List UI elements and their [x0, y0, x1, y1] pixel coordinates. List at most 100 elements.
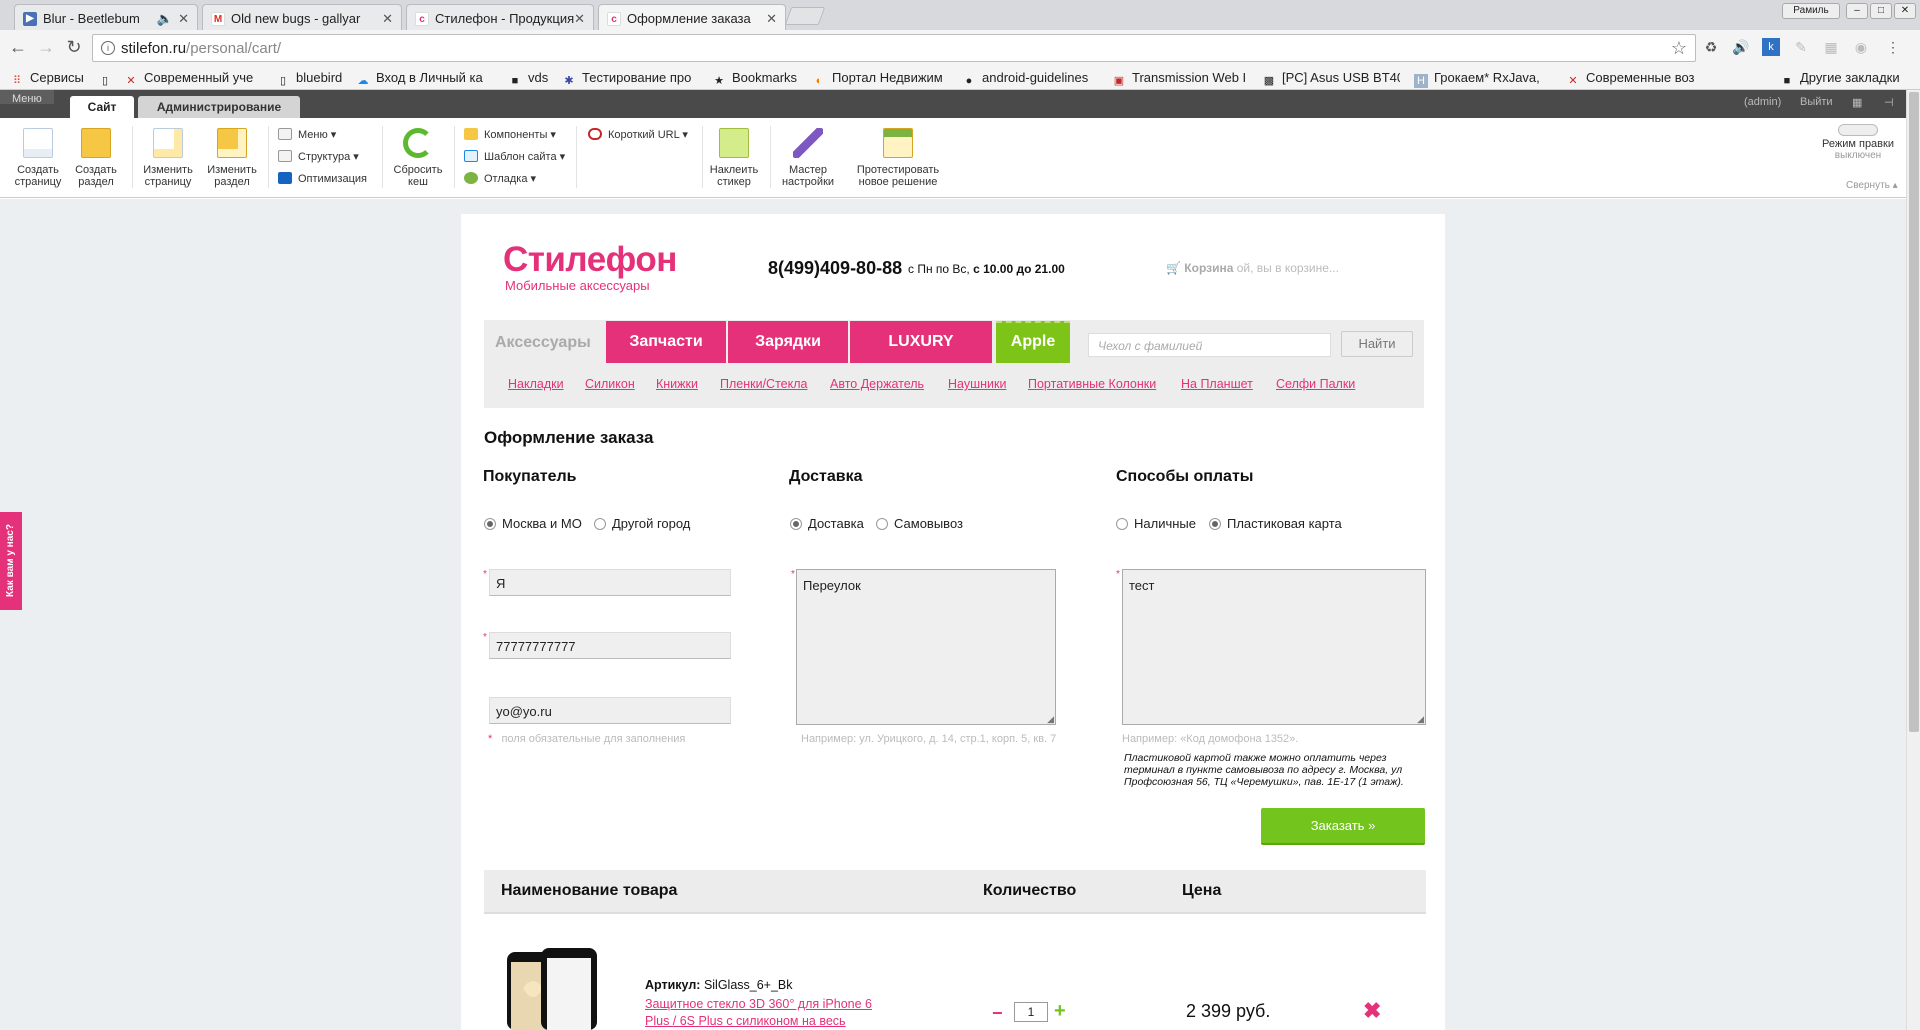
- tab-site[interactable]: Сайт: [70, 96, 134, 118]
- bookmark-star-icon[interactable]: ☆: [1671, 38, 1687, 59]
- radio-button[interactable]: [790, 518, 802, 530]
- nav-accessories[interactable]: Аксессуары: [495, 334, 591, 352]
- bookmark-item[interactable]: ▯: [98, 70, 112, 88]
- bookmark-item[interactable]: H Грокаем* RxJava,: [1414, 70, 1554, 88]
- close-icon[interactable]: ✕: [382, 11, 393, 27]
- header-cart[interactable]: 🛒 Корзина ой, вы в корзине...: [1166, 261, 1339, 275]
- sublink[interactable]: Книжки: [656, 377, 698, 391]
- radio-other-city[interactable]: Другой город: [594, 516, 690, 531]
- profile-button[interactable]: Рамиль: [1782, 3, 1840, 19]
- maximize-button[interactable]: □: [1870, 3, 1892, 19]
- new-tab-button[interactable]: [784, 7, 826, 25]
- radio-button[interactable]: [876, 518, 888, 530]
- browser-tab-active[interactable]: c Оформление заказа ✕: [598, 4, 786, 30]
- scrollbar-thumb[interactable]: [1909, 92, 1919, 732]
- browser-menu-icon[interactable]: ⋮: [1884, 38, 1902, 56]
- keyboard-icon[interactable]: ▦: [1852, 96, 1862, 109]
- edit-mode-toggle[interactable]: Режим правки выключен: [1812, 124, 1904, 161]
- edit-section-button[interactable]: Изменить раздел: [202, 128, 262, 188]
- address-textarea[interactable]: Переулок ◢: [796, 569, 1056, 725]
- browser-tab[interactable]: M Old new bugs - gallyar ✕: [202, 4, 402, 30]
- create-page-button[interactable]: Создать страницу: [8, 128, 68, 188]
- extension-circle-icon[interactable]: ◉: [1852, 38, 1870, 56]
- sublink[interactable]: Селфи Палки: [1276, 377, 1355, 391]
- back-icon[interactable]: ←: [8, 38, 28, 56]
- panel-list-debug[interactable]: Отладка ▾: [464, 172, 536, 185]
- panel-list-structure[interactable]: Структура ▾: [278, 150, 359, 163]
- bookmark-item[interactable]: ☁ Вход в Личный ка: [356, 70, 496, 88]
- panel-list-components[interactable]: Компоненты ▾: [464, 128, 556, 141]
- radio-cash[interactable]: Наличные: [1116, 516, 1196, 531]
- radio-button[interactable]: [1209, 518, 1221, 530]
- bookmark-item[interactable]: ● android-guidelines: [962, 70, 1102, 88]
- sublink[interactable]: На Планшет: [1181, 377, 1253, 391]
- close-icon[interactable]: ✕: [766, 11, 777, 27]
- radio-delivery[interactable]: Доставка: [790, 516, 864, 531]
- sublink[interactable]: Силикон: [585, 377, 635, 391]
- short-url-button[interactable]: Короткий URL ▾: [588, 128, 688, 141]
- bookmark-item[interactable]: ⠿ Сервисы: [10, 70, 90, 88]
- edit-page-button[interactable]: Изменить страницу: [138, 128, 198, 188]
- site-logo[interactable]: Стилефон: [503, 240, 677, 280]
- radio-card[interactable]: Пластиковая карта: [1209, 516, 1342, 531]
- panel-list-template[interactable]: Шаблон сайта ▾: [464, 150, 565, 163]
- place-order-button[interactable]: Заказать »: [1261, 808, 1425, 845]
- nav-tab-chargers[interactable]: Зарядки: [728, 321, 848, 363]
- bookmark-folder[interactable]: ■ vds: [508, 70, 558, 88]
- mute-icon[interactable]: 🔈: [157, 11, 173, 27]
- tab-administration[interactable]: Администрирование: [138, 96, 300, 118]
- product-image[interactable]: [505, 948, 603, 1030]
- phone-field[interactable]: 77777777777: [489, 632, 731, 659]
- remove-item-icon[interactable]: ✖: [1363, 998, 1381, 1024]
- site-search-button[interactable]: Найти: [1341, 331, 1413, 357]
- nav-tab-apple[interactable]: Apple: [996, 321, 1070, 363]
- bookmark-item[interactable]: ▩ [PC] Asus USB BT40: [1262, 70, 1400, 88]
- sublink[interactable]: Авто Держатель: [830, 377, 924, 391]
- window-close-button[interactable]: ✕: [1894, 3, 1916, 19]
- extension-audio-icon[interactable]: 🔊: [1732, 38, 1750, 56]
- browser-tab[interactable]: ▶ Blur - Beetlebum 🔈 ✕: [14, 4, 198, 30]
- pin-icon[interactable]: ⊣: [1884, 96, 1894, 109]
- email-field[interactable]: yo@yo.ru: [489, 697, 731, 724]
- panel-list-seo[interactable]: Оптимизация: [278, 172, 367, 185]
- toggle-switch[interactable]: [1838, 124, 1878, 136]
- radio-button[interactable]: [484, 518, 496, 530]
- bookmark-item[interactable]: ▣ Transmission Web I: [1112, 70, 1246, 88]
- resize-handle-icon[interactable]: ◢: [1417, 715, 1424, 724]
- close-icon[interactable]: ✕: [178, 11, 189, 27]
- comment-textarea[interactable]: тест ◢: [1122, 569, 1426, 725]
- quantity-increase-button[interactable]: +: [1054, 1000, 1066, 1023]
- radio-moscow[interactable]: Москва и МО: [484, 516, 582, 531]
- page-scrollbar[interactable]: [1906, 90, 1920, 1030]
- admin-user[interactable]: (admin): [1744, 96, 1781, 108]
- extension-blue-icon[interactable]: k: [1762, 38, 1780, 56]
- quantity-decrease-button[interactable]: −: [992, 1003, 1003, 1024]
- panel-list-menu[interactable]: Меню ▾: [278, 128, 336, 141]
- close-icon[interactable]: ✕: [574, 11, 585, 27]
- collapse-panel-link[interactable]: Свернуть ▴: [1846, 180, 1898, 191]
- feedback-side-tab[interactable]: Как вам у нас?: [0, 512, 22, 610]
- extension-puzzle-icon[interactable]: ✎: [1792, 38, 1810, 56]
- info-icon[interactable]: i: [101, 41, 115, 55]
- product-link[interactable]: Защитное стекло 3D 360° для iPhone 6 Plu…: [645, 996, 890, 1030]
- bookmark-item[interactable]: ✕ Современный уче: [124, 70, 262, 88]
- sticker-button[interactable]: Наклеить стикер: [704, 128, 764, 188]
- test-solution-button[interactable]: Протестировать новое решение: [852, 128, 944, 188]
- radio-button[interactable]: [594, 518, 606, 530]
- bookmark-item[interactable]: ✕ Современные воз: [1566, 70, 1706, 88]
- sublink[interactable]: Портативные Колонки: [1028, 377, 1156, 391]
- bookmark-item[interactable]: ◐ Портал Недвижим: [812, 70, 950, 88]
- radio-button[interactable]: [1116, 518, 1128, 530]
- name-field[interactable]: Я: [489, 569, 731, 596]
- panel-menu-button[interactable]: Меню: [0, 90, 54, 105]
- nav-tab-luxury[interactable]: LUXURY: [850, 321, 992, 363]
- minimize-button[interactable]: –: [1846, 3, 1868, 19]
- quantity-input[interactable]: 1: [1014, 1002, 1048, 1022]
- bookmark-item[interactable]: ✱ Тестирование про: [562, 70, 698, 88]
- reload-icon[interactable]: ↻: [64, 38, 84, 56]
- create-section-button[interactable]: Создать раздел: [66, 128, 126, 188]
- resize-handle-icon[interactable]: ◢: [1047, 715, 1054, 724]
- wizard-button[interactable]: Мастер настройки: [778, 128, 838, 188]
- sublink[interactable]: Накладки: [508, 377, 564, 391]
- nav-tab-parts[interactable]: Запчасти: [606, 321, 726, 363]
